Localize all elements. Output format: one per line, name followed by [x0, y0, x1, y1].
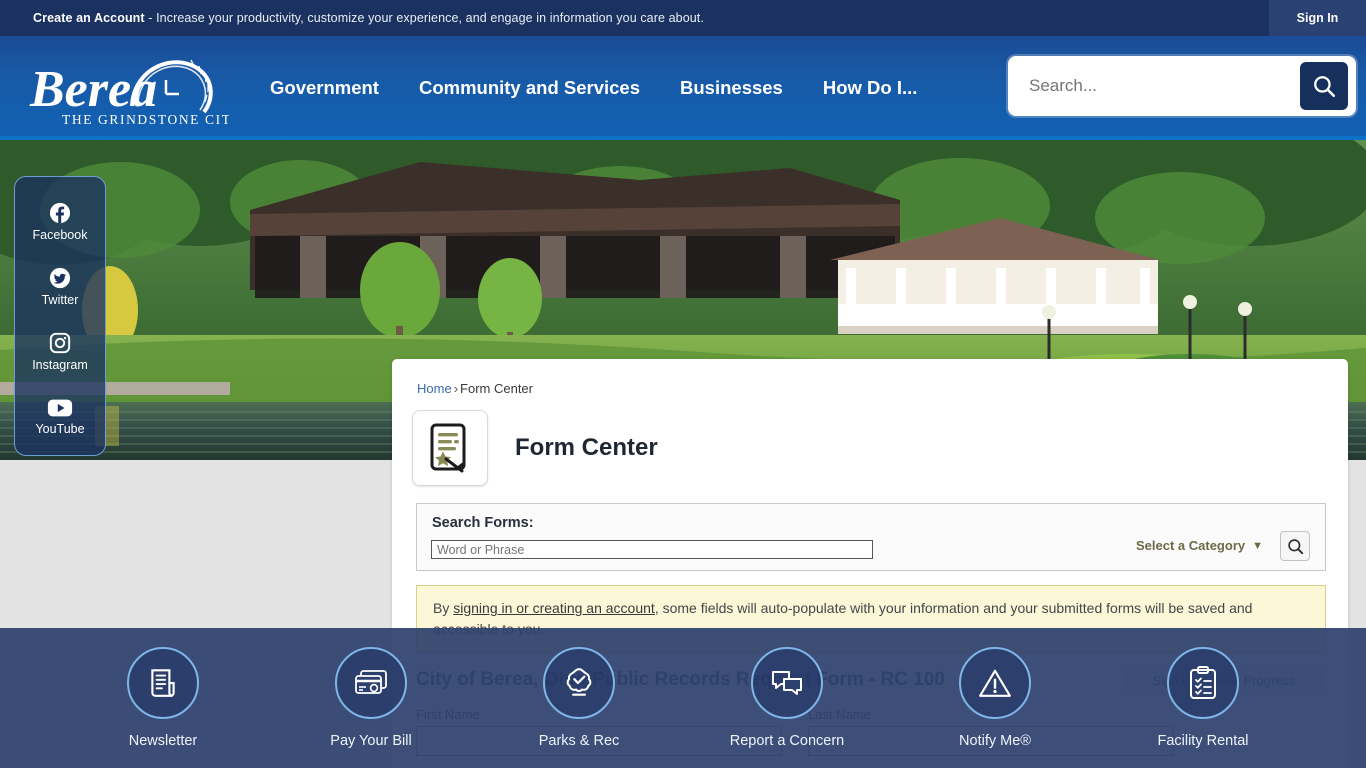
search-forms-button[interactable]: [1280, 531, 1310, 561]
page-root: Create an Account - Increase your produc…: [0, 0, 1366, 768]
quicklink-facility-rental[interactable]: Facility Rental: [1099, 647, 1307, 749]
credit-card-icon-wrapper: [335, 647, 407, 719]
chat-bubbles-icon: [772, 671, 802, 695]
newsletter-icon-wrapper: [127, 647, 199, 719]
newsletter-icon: [151, 669, 175, 697]
quick-links-bar: Newsletter Pay Your Bill Parks & Rec Rep…: [0, 628, 1366, 768]
quicklink-label-facility-rental: Facility Rental: [1157, 733, 1249, 749]
social-label-instagram: Instagram: [32, 357, 88, 372]
breadcrumb: Home › Form Center: [417, 381, 533, 396]
form-center-icon: [430, 423, 466, 473]
tree-check-icon: [566, 668, 592, 696]
facebook-icon: [49, 202, 71, 223]
chevron-down-icon: ▼: [1252, 539, 1263, 552]
nav-item-government[interactable]: Government: [250, 36, 399, 140]
quicklink-newsletter[interactable]: Newsletter: [59, 647, 267, 749]
quicklink-label-report-a-concern: Report a Concern: [729, 733, 845, 749]
search-icon: [1314, 76, 1336, 98]
svg-text:THE GRINDSTONE CITY: THE GRINDSTONE CITY: [62, 112, 229, 127]
utility-bar: Create an Account - Increase your produc…: [0, 0, 1366, 36]
instagram-icon: [49, 332, 71, 353]
create-account-message: Create an Account - Increase your produc…: [33, 11, 704, 25]
main-navigation: Government Community and Services Busine…: [250, 36, 937, 140]
search-forms-label: Search Forms:: [432, 515, 534, 531]
youtube-icon: [47, 399, 73, 416]
credit-card-icon: [355, 670, 387, 694]
berea-logo-icon: Berea THE GRINDSTONE CITY: [29, 59, 229, 127]
breadcrumb-current: Form Center: [460, 381, 533, 396]
social-link-instagram[interactable]: Instagram: [15, 319, 105, 384]
quicklink-pay-your-bill[interactable]: Pay Your Bill: [267, 647, 475, 749]
social-link-facebook[interactable]: Facebook: [15, 189, 105, 254]
nav-item-businesses[interactable]: Businesses: [660, 36, 803, 140]
social-label-facebook: Facebook: [32, 227, 88, 242]
page-icon-wrapper: [412, 410, 488, 486]
create-account-link[interactable]: Create an Account: [33, 11, 145, 25]
create-account-description: - Increase your productivity, customize …: [144, 11, 704, 25]
category-dropdown[interactable]: Select a Category ▼: [1136, 538, 1263, 553]
social-link-twitter[interactable]: Twitter: [15, 254, 105, 319]
search-forms-input[interactable]: [431, 540, 873, 559]
breadcrumb-home[interactable]: Home: [417, 381, 452, 396]
alert-triangle-icon: [979, 669, 1011, 697]
site-search: [1008, 56, 1356, 116]
clipboard-checklist-icon: [1190, 666, 1216, 699]
twitter-icon: [49, 267, 71, 288]
quicklink-parks-and-rec[interactable]: Parks & Rec: [475, 647, 683, 749]
magnifier-icon: [1287, 538, 1303, 554]
alert-triangle-icon-wrapper: [959, 647, 1031, 719]
sign-in-button[interactable]: Sign In: [1269, 0, 1366, 36]
social-label-twitter: Twitter: [41, 292, 79, 307]
page-title: Form Center: [515, 434, 658, 461]
category-dropdown-label: Select a Category: [1136, 538, 1246, 553]
quicklink-label-newsletter: Newsletter: [128, 733, 198, 749]
breadcrumb-separator: ›: [453, 381, 459, 396]
chat-bubbles-icon-wrapper: [751, 647, 823, 719]
quicklink-label-notify-me: Notify Me®: [959, 733, 1031, 749]
quicklink-label-pay-your-bill: Pay Your Bill: [330, 733, 412, 749]
site-header: Berea THE GRINDSTONE CITY Government Com…: [0, 36, 1366, 140]
tree-check-icon-wrapper: [543, 647, 615, 719]
quicklink-label-parks-and-rec: Parks & Rec: [538, 733, 620, 749]
clipboard-checklist-icon-wrapper: [1167, 647, 1239, 719]
search-submit-button[interactable]: [1300, 62, 1348, 110]
site-logo[interactable]: Berea THE GRINDSTONE CITY: [14, 40, 229, 138]
svg-text:Berea: Berea: [29, 61, 157, 118]
search-input[interactable]: [1011, 59, 1300, 113]
social-links-rail: Facebook Twitter Instagram YouTube: [14, 176, 106, 456]
quicklink-report-a-concern[interactable]: Report a Concern: [683, 647, 891, 749]
page-header: Form Center: [412, 410, 658, 486]
nav-item-how-do-i[interactable]: How Do I...: [803, 36, 938, 140]
nav-item-community-and-services[interactable]: Community and Services: [399, 36, 660, 140]
notice-signin-link[interactable]: signing in or creating an account: [453, 600, 655, 616]
quicklink-notify-me[interactable]: Notify Me®: [891, 647, 1099, 749]
search-forms-panel: Search Forms: Select a Category ▼: [416, 503, 1326, 571]
notice-prefix: By: [433, 600, 454, 616]
social-link-youtube[interactable]: YouTube: [15, 384, 105, 449]
social-label-youtube: YouTube: [35, 421, 85, 436]
